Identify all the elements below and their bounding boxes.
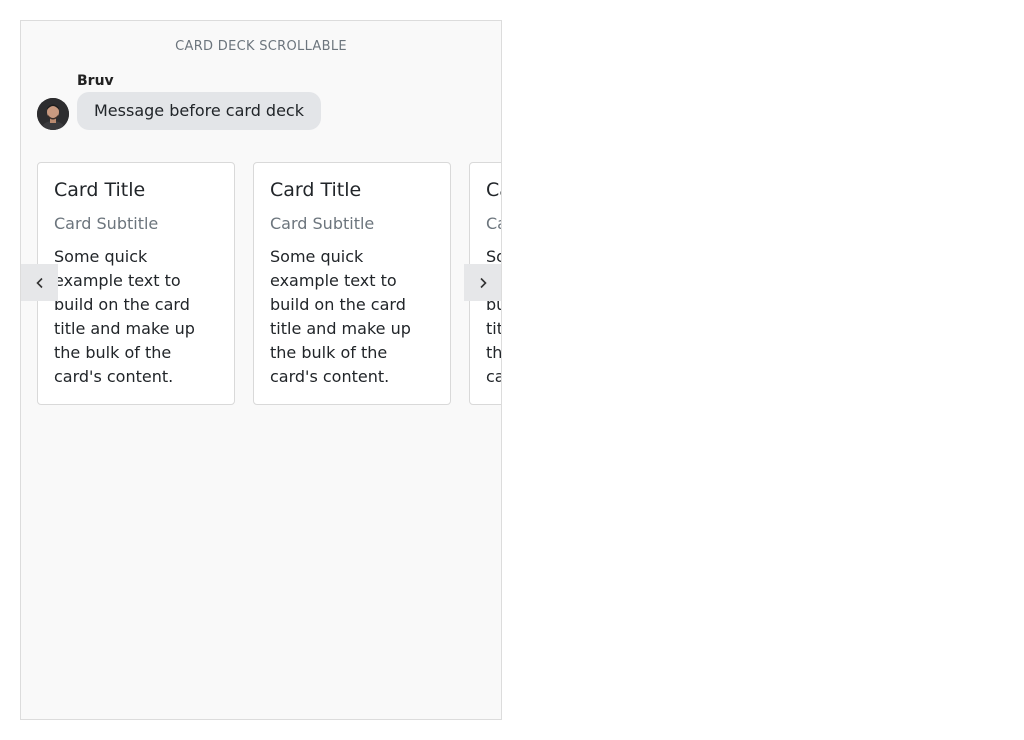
card-title: Card Title [486,179,501,201]
card-subtitle: Card Subtitle [270,214,375,233]
card-text: Some quick example text to build on the … [54,247,195,386]
card-title: Card Title [54,179,146,201]
card-text: Some quick example text to build on the … [270,247,411,386]
card: Card Title Card Subtitle Some quick exam… [253,162,451,405]
card-subtitle: Card Subtitle [486,214,501,233]
chevron-right-icon [479,277,487,288]
scroll-right-button[interactable] [464,264,501,301]
card-subtitle: Card Subtitle [54,214,159,233]
user-avatar-icon [37,98,69,130]
scroll-left-button[interactable] [21,264,58,301]
message-bubble: Message before card deck [77,92,321,130]
card-deck: Card Title Card Subtitle Some quick exam… [37,162,501,408]
chat-window: CARD DECK SCROLLABLE Bruv Message before… [20,20,502,720]
avatar[interactable] [37,98,69,130]
card: Card Title Card Subtitle Some quick exam… [37,162,235,405]
chevron-left-icon [35,277,43,288]
window-title: CARD DECK SCROLLABLE [175,39,347,54]
card-title: Card Title [270,179,362,201]
sender-name: Bruv [77,73,114,89]
